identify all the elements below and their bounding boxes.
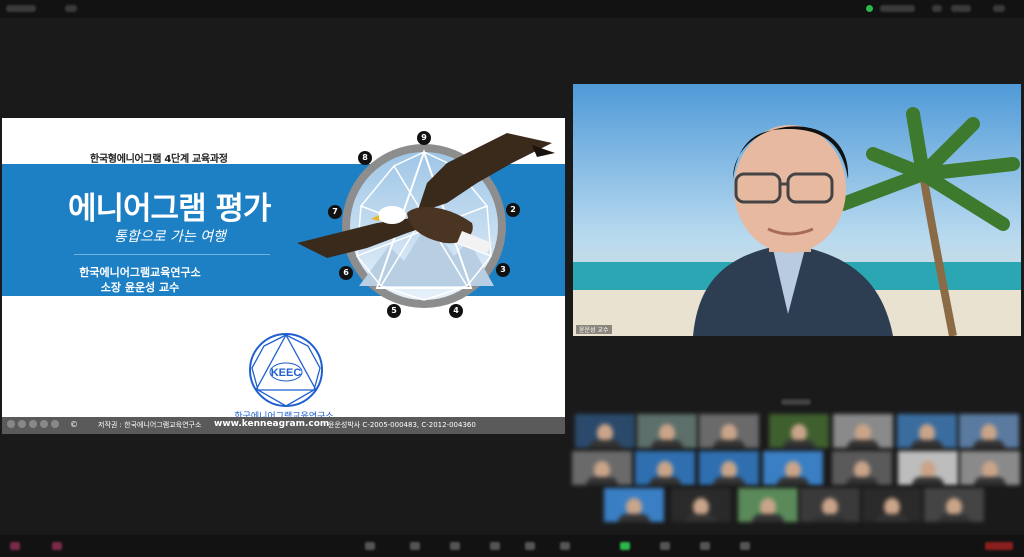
grid-view-icon[interactable] [932,5,942,12]
status-text [880,5,915,12]
participant-tile[interactable] [924,488,984,522]
app-menu-item[interactable] [6,5,36,12]
participant-tile[interactable] [832,451,892,485]
slide-subtitle: 한국형에니어그램 4단계 교육과정 [90,154,228,165]
slide-prev-icon[interactable] [7,420,15,428]
participant-tile[interactable] [671,488,731,522]
footer-url: www.kenneagram.com [214,419,330,429]
slide-title: 에니어그램 평가 [68,191,271,227]
slide-zoom-icon[interactable] [40,420,48,428]
participant-tile[interactable] [763,451,823,485]
chat-button[interactable] [450,542,460,550]
apps-button[interactable] [660,542,670,550]
reactions-button[interactable] [560,542,570,550]
footer-license: 윤운성박사 C-2005-000483, C-2012-004360 [328,421,476,429]
slide-tagline: 통합으로 가는 여행 [114,229,226,245]
participant-tile[interactable] [604,488,664,522]
speaker-name-tag: 윤운성 교수 [576,325,612,334]
divider [74,254,270,255]
view-icon[interactable] [65,5,77,12]
mute-button[interactable] [10,542,20,550]
enneagram-number-5: 5 [387,304,401,318]
slide-footer: © 저작권 : 한국에니어그램교육연구소 www.kenneagram.com … [2,417,565,434]
participant-tile[interactable] [898,451,958,485]
participant-tile[interactable] [862,488,922,522]
institute-name: 한국에니어그램교육연구소 [79,266,201,279]
more-button[interactable] [740,542,750,550]
slide-menu-icon[interactable] [51,420,59,428]
speaker-video-feed [573,84,1021,336]
speaker-video[interactable]: 윤운성 교수 [573,84,1021,336]
participant-tile[interactable] [833,414,893,448]
poll-button[interactable] [490,542,500,550]
presenter-name: 소장 윤운성 교수 [100,281,180,294]
view-options-button[interactable] [951,5,971,12]
video-button[interactable] [52,542,62,550]
whiteboard-button[interactable] [700,542,710,550]
end-meeting-button[interactable] [985,542,1013,550]
recording-indicator-icon [866,5,873,12]
security-button[interactable] [365,542,375,550]
shared-screen-slide: 한국형에니어그램 4단계 교육과정 에니어그램 평가 통합으로 가는 여행 한국… [2,118,565,434]
participant-tile[interactable] [769,414,829,448]
slide-next-icon[interactable] [18,420,26,428]
enneagram-number-4: 4 [449,304,463,318]
participant-tile[interactable] [699,414,759,448]
keec-logo-text: KEEC [271,367,302,379]
participants-button[interactable] [410,542,420,550]
keec-logo-icon: KEEC 한국에니어그램교육연구소 [234,333,334,422]
copyright-icon: © [70,420,78,429]
record-button[interactable] [525,542,535,550]
eagle-icon [297,133,555,258]
participant-tile[interactable] [959,414,1019,448]
participant-tile[interactable] [738,488,798,522]
participant-tile[interactable] [800,488,860,522]
participant-tile[interactable] [699,451,759,485]
participant-tile[interactable] [897,414,957,448]
meeting-toolbar [0,535,1024,557]
share-screen-button[interactable] [620,542,630,550]
window-title-bar [0,0,1024,18]
gallery-page-indicator[interactable] [781,399,811,405]
participant-tile[interactable] [635,451,695,485]
footer-copyright: 저작권 : 한국에니어그램교육연구소 [98,421,202,429]
participant-tile[interactable] [960,451,1020,485]
participant-tile[interactable] [637,414,697,448]
participant-tile[interactable] [572,451,632,485]
fullscreen-icon[interactable] [993,5,1005,12]
participant-tile[interactable] [575,414,635,448]
slide-pen-icon[interactable] [29,420,37,428]
